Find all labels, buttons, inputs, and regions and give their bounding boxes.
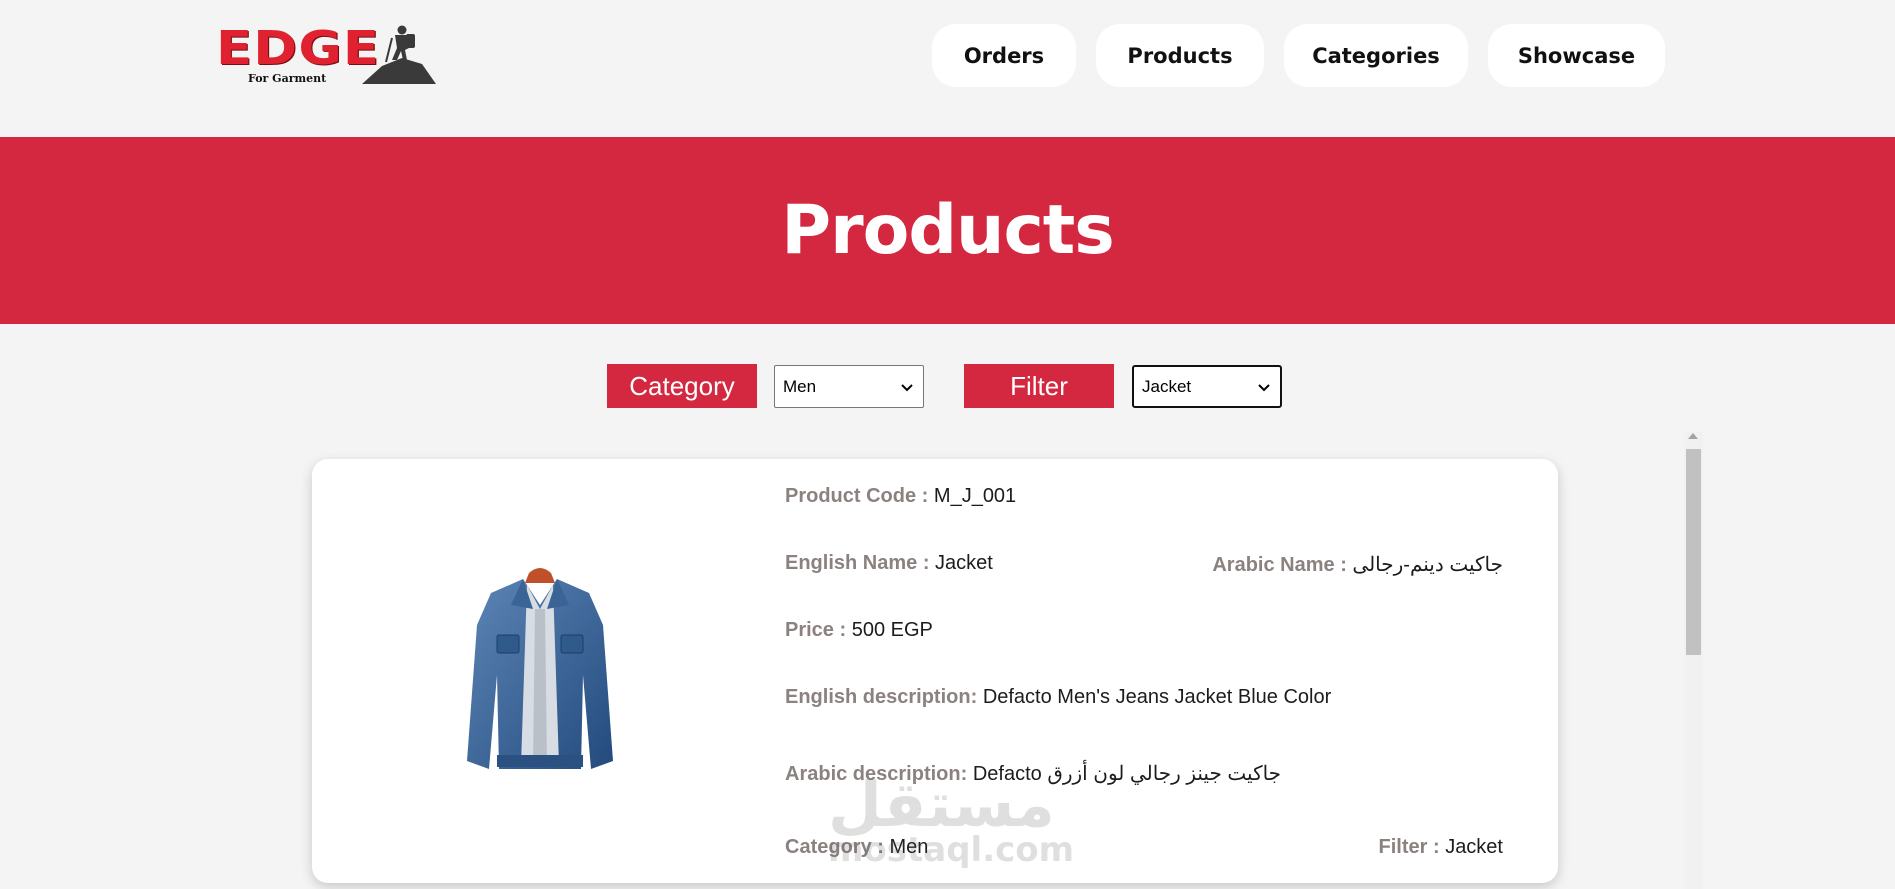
- filter-label: Filter: [964, 364, 1114, 408]
- nav-orders-button[interactable]: Orders: [932, 24, 1076, 87]
- arabic-description-field: Arabic description: Defacto جاكيت جينز ر…: [785, 761, 1281, 786]
- nav-products-button[interactable]: Products: [1096, 24, 1264, 87]
- filter-field-label: Filter :: [1378, 836, 1440, 858]
- page-title: Products: [781, 191, 1114, 270]
- logo-wordmark: EDGE: [216, 21, 381, 75]
- product-card: Product Code : M_J_001 English Name : Ja…: [312, 459, 1558, 883]
- top-bar: EDGE For Garment Orders Products Categor…: [0, 0, 1895, 137]
- english-description-value: Defacto Men's Jeans Jacket Blue Color: [982, 686, 1332, 708]
- filter-select-value: Jacket: [1142, 376, 1192, 396]
- category-label: Category: [607, 364, 757, 408]
- product-code-value: M_J_001: [933, 485, 1017, 507]
- page-banner: Products: [0, 137, 1895, 324]
- english-name-label: English Name :: [785, 552, 930, 574]
- product-code-label: Product Code :: [785, 485, 929, 507]
- category-field: Category : Men: [785, 836, 928, 859]
- arabic-name-label: Arabic Name :: [1212, 554, 1347, 576]
- arabic-description-label: Arabic description:: [785, 763, 968, 785]
- english-name-value: Jacket: [935, 552, 993, 574]
- category-field-value: Men: [889, 836, 929, 858]
- nav-categories-button[interactable]: Categories: [1284, 24, 1468, 87]
- arabic-description-value: Defacto جاكيت جينز رجالي لون أزرق: [972, 763, 1282, 785]
- category-select-value: Men: [783, 376, 817, 396]
- filter-field: Filter : Jacket: [1379, 836, 1504, 859]
- category-field-label: Category :: [785, 836, 884, 858]
- chevron-down-icon: [901, 383, 913, 391]
- product-image-jacket: [467, 568, 613, 769]
- main-nav: Orders Products Categories Showcase: [932, 24, 1665, 87]
- edge-logo[interactable]: EDGE For Garment: [216, 21, 436, 85]
- arabic-name-field: Arabic Name : جاكيت دينم-رجالى: [1212, 552, 1503, 577]
- price-label: Price :: [785, 619, 847, 641]
- chevron-down-icon: [1258, 383, 1270, 391]
- filter-select[interactable]: Jacket: [1132, 365, 1282, 408]
- hiker-icon: [362, 25, 436, 84]
- category-select[interactable]: Men: [774, 365, 924, 408]
- scroll-up-arrow-icon[interactable]: [1688, 433, 1698, 439]
- price-value: 500 EGP: [851, 619, 933, 641]
- price-field: Price : 500 EGP: [785, 619, 933, 642]
- english-name-field: English Name : Jacket: [785, 552, 993, 575]
- scrollbar-thumb[interactable]: [1686, 449, 1701, 655]
- arabic-name-value: جاكيت دينم-رجالى: [1352, 554, 1503, 576]
- filter-field-value: Jacket: [1445, 836, 1503, 858]
- english-description-field: English description: Defacto Men's Jeans…: [785, 686, 1331, 709]
- product-code-field: Product Code : M_J_001: [785, 485, 1016, 508]
- logo-tagline: For Garment: [248, 72, 327, 85]
- english-description-label: English description:: [785, 686, 978, 708]
- nav-showcase-button[interactable]: Showcase: [1488, 24, 1665, 87]
